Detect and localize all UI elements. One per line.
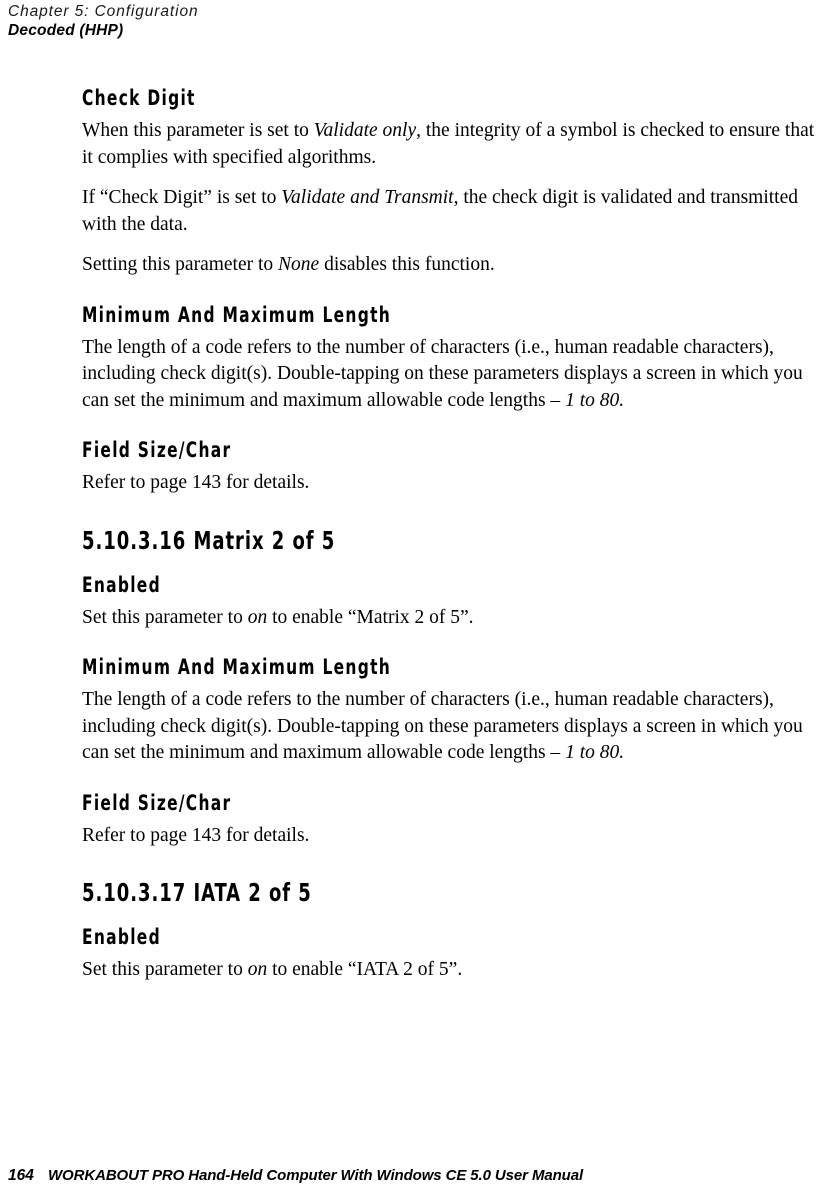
sub-heading-min-max-length-2: Minimum And Maximum Length xyxy=(82,655,392,680)
vertical-spacer xyxy=(82,816,824,823)
header-section-line: Decoded (HHP) xyxy=(8,22,124,39)
body-run: Set this parameter to xyxy=(82,959,248,980)
sub-heading-min-max-length-1: Minimum And Maximum Length xyxy=(82,302,392,328)
sub-heading-check-digit: Check Digit xyxy=(82,86,196,111)
vertical-spacer xyxy=(82,767,824,791)
section-heading-matrix-2-of-5: 5.10.3.16 Matrix 2 of 5 xyxy=(82,525,336,555)
body-run: If “Check Digit” is set to xyxy=(82,187,282,208)
header-chapter-line: Chapter 5: Configuration xyxy=(8,3,199,20)
paragraph-check-digit-p1: When this parameter is set to Validate o… xyxy=(82,118,824,171)
body-run: to enable “Matrix 2 of 5”. xyxy=(267,606,474,628)
vertical-spacer xyxy=(82,680,824,687)
vertical-spacer xyxy=(82,171,824,185)
vertical-spacer xyxy=(82,463,824,470)
paragraph-check-digit-p3: Setting this parameter to None disables … xyxy=(82,252,824,279)
paragraph-min-max-length-1-p1: The length of a code refers to the numbe… xyxy=(82,335,824,415)
vertical-spacer xyxy=(82,849,824,879)
body-run: Set this parameter to xyxy=(82,606,248,628)
footer-manual-title: WORKABOUT PRO Hand-Held Computer With Wi… xyxy=(48,1167,584,1184)
section-heading-iata-2-of-5: 5.10.3.17 IATA 2 of 5 xyxy=(82,878,312,907)
vertical-spacer xyxy=(82,111,824,118)
footer-page-number: 164 xyxy=(8,1167,34,1184)
emphasis-text: on xyxy=(247,606,268,628)
emphasis-text: Validate and Transmit xyxy=(281,187,454,208)
vertical-spacer xyxy=(82,414,824,438)
emphasis-text: Validate only xyxy=(313,120,417,141)
paragraph-min-max-length-2-p1: The length of a code refers to the numbe… xyxy=(82,687,824,767)
body-run: disables this function. xyxy=(319,254,495,275)
body-run: Setting this parameter to xyxy=(82,254,279,275)
paragraph-check-digit-p2: If “Check Digit” is set to Validate and … xyxy=(82,185,824,238)
body-run: The length of a code refers to the numbe… xyxy=(82,336,803,411)
body-run: When this parameter is set to xyxy=(82,120,314,141)
vertical-spacer xyxy=(82,598,824,605)
vertical-spacer xyxy=(82,950,824,957)
emphasis-text: None xyxy=(278,254,320,275)
vertical-spacer xyxy=(82,631,824,655)
vertical-spacer xyxy=(82,497,824,527)
emphasis-text: 1 to 80. xyxy=(565,389,625,411)
paragraph-iata-enabled-p1: Set this parameter to on to enable “IATA… xyxy=(82,957,824,984)
vertical-spacer xyxy=(82,555,824,573)
sub-heading-iata-enabled: Enabled xyxy=(82,925,161,950)
emphasis-text: on xyxy=(247,959,268,980)
sub-heading-field-size-char-1: Field Size/Char xyxy=(82,438,232,463)
running-header: Chapter 5: Configuration Decoded (HHP) xyxy=(8,2,708,40)
manual-page: Chapter 5: Configuration Decoded (HHP) C… xyxy=(0,0,829,1197)
body-run: Refer to page 143 for details. xyxy=(82,472,310,493)
page-content: Check Digit When this parameter is set to… xyxy=(82,86,824,984)
vertical-spacer xyxy=(82,238,824,252)
body-run: Refer to page 143 for details. xyxy=(82,824,310,846)
paragraph-field-size-char-1-p1: Refer to page 143 for details. xyxy=(82,470,824,497)
body-run: to enable “IATA 2 of 5”. xyxy=(267,959,463,980)
emphasis-text: 1 to 80. xyxy=(565,742,625,763)
sub-heading-field-size-char-2: Field Size/Char xyxy=(82,790,232,816)
vertical-spacer xyxy=(82,907,824,925)
body-run: The length of a code refers to the numbe… xyxy=(82,689,803,763)
page-footer: 164 WORKABOUT PRO Hand-Held Computer Wit… xyxy=(8,1167,808,1185)
sub-heading-matrix-enabled: Enabled xyxy=(82,572,161,598)
paragraph-matrix-enabled-p1: Set this parameter to on to enable “Matr… xyxy=(82,605,824,632)
paragraph-field-size-char-2-p1: Refer to page 143 for details. xyxy=(82,823,824,850)
vertical-spacer xyxy=(82,328,824,335)
vertical-spacer xyxy=(82,279,824,303)
